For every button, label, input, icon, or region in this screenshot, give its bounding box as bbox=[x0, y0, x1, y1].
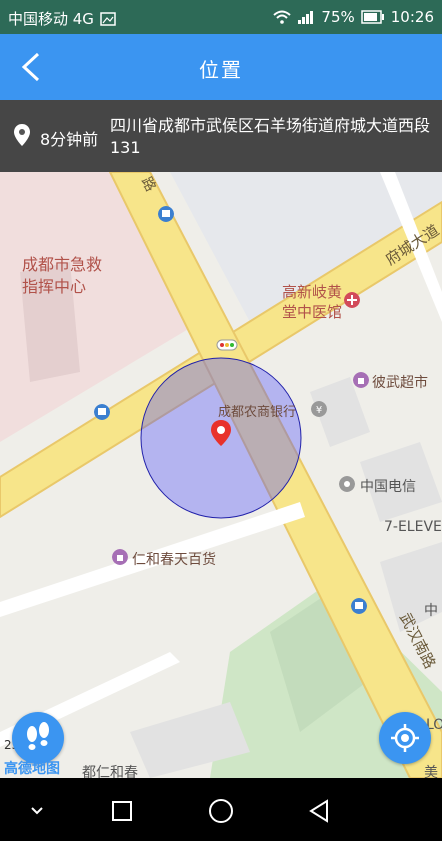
nav-recents-button[interactable] bbox=[105, 794, 139, 828]
crosshair-icon bbox=[391, 724, 419, 752]
wifi-icon bbox=[273, 10, 292, 24]
status-right: 75% 10:26 bbox=[273, 8, 434, 26]
telecom-icon bbox=[339, 476, 355, 492]
time-ago: 8分钟前 bbox=[40, 130, 99, 149]
label-bottom-renhe: 都仁和春 bbox=[82, 765, 138, 778]
label-mall: 仁和春天百货 bbox=[132, 552, 216, 568]
label-supermarket: 彼武超市 bbox=[372, 375, 428, 391]
nav-hide-button[interactable] bbox=[20, 794, 54, 828]
status-left: 中国移动 4G bbox=[8, 8, 116, 29]
signal-icon bbox=[298, 11, 314, 24]
chevron-down-icon bbox=[31, 807, 43, 815]
footprints-icon bbox=[27, 722, 49, 750]
triangle-back-icon bbox=[309, 799, 328, 823]
label-telecom: 中国电信 bbox=[360, 479, 416, 495]
svg-text:¥: ¥ bbox=[316, 405, 322, 416]
location-marker-icon bbox=[211, 420, 231, 446]
carrier-label: 中国移动 4G bbox=[8, 10, 94, 28]
mall-icon bbox=[112, 549, 128, 565]
system-nav-bar bbox=[0, 778, 442, 841]
locate-button[interactable] bbox=[379, 712, 431, 764]
status-bar: 中国移动 4G 75% 10:26 bbox=[0, 0, 442, 34]
clock: 10:26 bbox=[390, 8, 434, 26]
battery-icon bbox=[361, 10, 384, 24]
bank-icon: ¥ bbox=[311, 401, 327, 417]
battery-percent: 75% bbox=[321, 8, 355, 26]
app-bar: 位置 bbox=[0, 34, 442, 100]
square-icon bbox=[112, 801, 132, 821]
hospital-icon bbox=[344, 292, 360, 308]
image-icon bbox=[100, 11, 116, 26]
label-711: 7-ELEVE bbox=[384, 519, 442, 535]
footprint-button[interactable] bbox=[12, 712, 64, 764]
nav-home-button[interactable] bbox=[204, 794, 238, 828]
bus-stop-icon bbox=[94, 404, 110, 420]
label-hospital: 高新岐黄 堂中医馆 bbox=[282, 283, 343, 321]
bus-stop-icon bbox=[351, 598, 367, 614]
location-info-bar: 8分钟前 四川省成都市武侯区石羊场街道府城大道西段131 bbox=[0, 100, 442, 172]
location-pin-icon bbox=[14, 124, 30, 146]
map-logo: 高德地图 bbox=[4, 761, 60, 777]
label-bank: 成都农商银行 bbox=[218, 405, 297, 420]
label-right-cut: 中 bbox=[424, 603, 438, 619]
circle-icon bbox=[209, 799, 233, 823]
nav-back-button[interactable] bbox=[302, 794, 336, 828]
label-right-cut3: 美 bbox=[424, 765, 438, 778]
shop-icon bbox=[353, 372, 369, 388]
page-title: 位置 bbox=[199, 58, 243, 82]
label-emergency-center: 成都市急救 指挥中心 bbox=[22, 255, 103, 296]
address-text: 四川省成都市武侯区石羊场街道府城大道西段131 bbox=[110, 116, 431, 157]
bus-stop-icon bbox=[158, 206, 174, 222]
map-view[interactable]: 成都市急救 指挥中心 高新岐黄 堂中医馆 成都农商银行 彼武超市 中国电信 7-… bbox=[0, 172, 442, 778]
